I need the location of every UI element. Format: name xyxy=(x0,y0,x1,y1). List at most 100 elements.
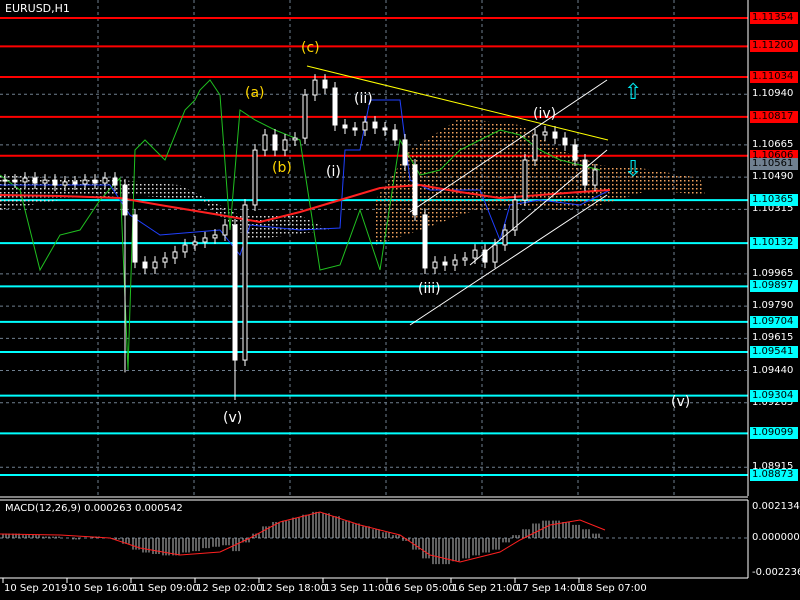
candle xyxy=(162,257,168,263)
candle xyxy=(22,177,28,183)
arrow-up-icon: ⇧ xyxy=(624,80,643,105)
candle xyxy=(102,177,108,184)
candle xyxy=(552,131,558,139)
candle xyxy=(262,134,268,151)
candle xyxy=(372,121,378,129)
candle xyxy=(62,181,68,186)
candle xyxy=(542,131,548,136)
candle xyxy=(212,234,218,239)
candle xyxy=(432,261,438,269)
candle xyxy=(322,79,328,89)
support-label: 1.08873 xyxy=(750,469,798,481)
candle xyxy=(172,251,178,259)
candle xyxy=(192,241,198,246)
candle xyxy=(562,137,568,146)
candle xyxy=(352,127,358,131)
candle xyxy=(522,159,528,201)
wave-label-c: (c) xyxy=(301,40,320,56)
time-label: 11 Sep 09:00 xyxy=(132,583,199,594)
support-label: 1.09099 xyxy=(750,427,798,440)
time-label: 13 Sep 11:00 xyxy=(324,583,391,594)
candle xyxy=(452,259,458,266)
candle xyxy=(132,214,138,263)
time-label: 16 Sep 21:00 xyxy=(452,583,519,594)
candle xyxy=(282,139,288,151)
candle xyxy=(182,244,188,253)
candle xyxy=(502,229,508,246)
time-label: 10 Sep 2019 xyxy=(4,583,68,594)
candle xyxy=(152,261,158,269)
arrow-down-icon: ⇩ xyxy=(624,157,643,182)
candle xyxy=(2,179,8,182)
candle xyxy=(332,87,338,126)
current-price-label: 1.10561 xyxy=(750,158,798,171)
candle xyxy=(72,181,78,185)
candle xyxy=(142,261,148,269)
time-label: 12 Sep 18:00 xyxy=(260,583,327,594)
macd-label: MACD(12,26,9) 0.000263 0.000542 xyxy=(5,503,183,514)
price-grid-label: 1.10940 xyxy=(752,88,794,100)
candle xyxy=(472,249,478,259)
time-label: 10 Sep 16:00 xyxy=(68,583,135,594)
support-label: 1.09541 xyxy=(750,345,798,358)
price-grid-label: 1.09965 xyxy=(752,267,794,279)
candle xyxy=(32,177,38,184)
candle xyxy=(272,134,278,151)
price-grid-label: 1.09615 xyxy=(752,332,794,344)
chart-title: EURUSD,H1 xyxy=(5,2,70,15)
candle xyxy=(382,127,388,131)
wave-label-iii: (iii) xyxy=(418,281,441,297)
wave-label-i: (i) xyxy=(326,164,341,180)
candle xyxy=(232,224,238,361)
time-label: 18 Sep 07:00 xyxy=(580,583,647,594)
wave-label-v: (v) xyxy=(223,410,243,426)
macd-scale-label: 0.000000 xyxy=(752,532,800,543)
support-label: 1.09704 xyxy=(750,315,798,328)
wave-label-a: (a) xyxy=(245,85,265,101)
price-grid-label: 1.09440 xyxy=(752,364,794,376)
candle xyxy=(342,124,348,129)
support-label: 1.09304 xyxy=(750,389,798,402)
resistance-label: 1.11034 xyxy=(750,70,798,83)
price-grid-label: 1.10490 xyxy=(752,171,794,183)
candle xyxy=(252,149,258,206)
candle xyxy=(52,179,58,186)
candle xyxy=(242,204,248,361)
support-label: 1.10365 xyxy=(750,194,798,207)
wave-label-b: (b) xyxy=(272,160,292,176)
candle xyxy=(442,261,448,266)
resistance-label: 1.10817 xyxy=(750,110,798,123)
candle xyxy=(222,224,228,236)
candle xyxy=(402,139,408,166)
candle xyxy=(532,134,538,161)
resistance-label: 1.11354 xyxy=(750,12,798,24)
candle xyxy=(42,179,48,184)
wave-label-ii: (ii) xyxy=(354,91,373,107)
candle xyxy=(92,179,98,184)
candle xyxy=(82,179,88,185)
candle xyxy=(582,159,588,186)
candle xyxy=(12,179,18,183)
candle xyxy=(292,137,298,141)
time-label: 12 Sep 02:00 xyxy=(196,583,263,594)
candle xyxy=(302,94,308,139)
candle xyxy=(392,129,398,141)
price-grid-label: 1.09790 xyxy=(752,300,794,312)
macd-scale-label: 0.002134 xyxy=(752,501,800,512)
candle xyxy=(422,214,428,269)
candle xyxy=(362,121,368,131)
candle xyxy=(312,79,318,96)
time-label: 16 Sep 05:00 xyxy=(388,583,455,594)
resistance-label: 1.11200 xyxy=(750,40,798,53)
support-label: 1.09897 xyxy=(750,280,798,293)
candle xyxy=(462,257,468,261)
support-label: 1.10132 xyxy=(750,237,798,250)
candle xyxy=(202,237,208,243)
candle xyxy=(492,244,498,263)
candle xyxy=(122,184,128,216)
macd-scale-label: -0.002236 xyxy=(752,567,800,578)
time-label: 17 Sep 14:00 xyxy=(516,583,583,594)
wave-label-v-target: (v) xyxy=(671,394,691,410)
wave-label-iv: (iv) xyxy=(533,106,557,122)
candle xyxy=(572,144,578,161)
